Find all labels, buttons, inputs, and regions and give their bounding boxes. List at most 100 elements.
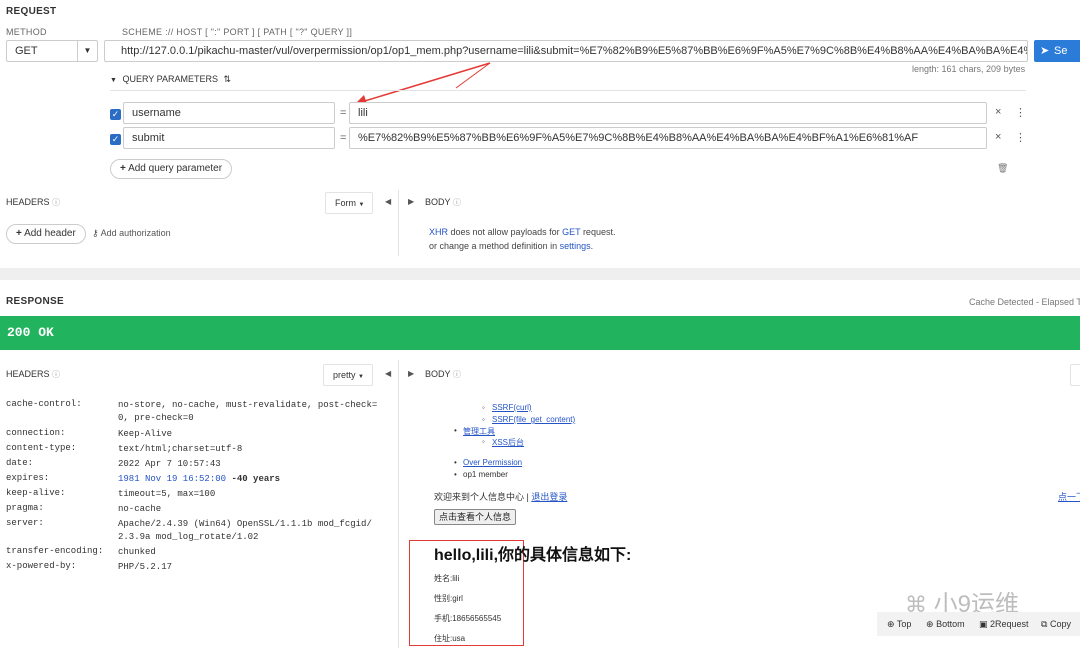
query-params-toggle[interactable]: ▼ QUERY PARAMETERS ⇅ [110,74,231,85]
mgmt-tool-link[interactable]: 管理工具 [463,426,495,437]
bullet: ◦ [482,415,485,424]
response-headers-label: HEADERS ⓘ [6,369,60,380]
add-param-label: Add query parameter [128,163,223,174]
caret-down-icon: ▼ [358,374,364,380]
param-value-input[interactable]: %E7%82%B9%E5%87%BB%E6%9F%A5%E7%9C%8B%E4%… [349,127,987,149]
expand-right-icon[interactable]: ▶ [408,369,414,378]
bottom-button[interactable]: ⊕ Bottom [926,619,965,630]
body-note-2: or change a method definition in setting… [429,241,593,251]
header-value: PHP/5.2.17 [118,562,173,572]
response-body-label: BODY ⓘ [425,369,461,380]
cache-info: Cache Detected - Elapsed Ti [969,297,1080,307]
send-button[interactable]: ➤ Se [1034,40,1080,62]
welcome-line: 欢迎来到个人信息中心 | 退出登录 [434,490,567,503]
address-line: 住址:usa [434,634,466,643]
form-dropdown[interactable]: Form ▼ [325,192,373,214]
plus-icon: + [120,163,126,174]
caret-down-icon: ▼ [110,77,117,84]
header-value: no-cache [118,504,162,514]
trash-icon[interactable]: 🗑 [997,163,1008,174]
chevron-down-icon: ▼ [77,41,97,61]
pretty-dropdown[interactable]: pretty ▼ [323,364,373,386]
add-header-button[interactable]: + Add header [6,224,86,244]
header-key: keep-alive: [6,488,66,498]
collapse-left-icon[interactable]: ◀ [385,197,391,206]
logout-link[interactable]: 退出登录 [531,492,567,502]
phone-line: 手机:18656565545 [434,614,502,623]
help-icon: ⓘ [52,198,61,207]
expires-relative: -40 years [231,474,281,484]
arrow-up-icon: ⊕ [887,619,895,629]
bullet: ◦ [482,437,485,446]
view-info-button[interactable]: 点击查看个人信息 [434,509,517,525]
help-icon: ⓘ [452,370,461,379]
plus-icon: + [16,228,22,239]
collapse-left-icon[interactable]: ◀ [385,369,391,378]
url-input[interactable]: http://127.0.0.1/pikachu-master/vul/over… [104,40,1028,62]
top-button[interactable]: ⊕ Top [887,619,911,630]
header-key: connection: [6,428,66,438]
op1-member-text: op1 member [463,470,508,479]
add-authorization-link[interactable]: ⚷ Add authorization [92,228,171,239]
top-label: Top [896,619,912,629]
export-icon: ▣ [979,619,988,629]
pretty-label: pretty [333,370,356,380]
param-checkbox[interactable]: ✓ [110,109,121,120]
bullet: • [454,426,457,435]
param-value-input[interactable]: lili [349,102,987,124]
header-key: date: [6,458,34,468]
xhr-text: XHR [429,227,449,237]
over-permission-link[interactable]: Over Permission [463,458,522,467]
method-select[interactable]: GET ▼ [6,40,98,62]
to-request-button[interactable]: ▣ 2Request [979,619,1029,630]
copy-icon: ⧉ [1041,619,1048,629]
caret-down-icon: ▼ [358,202,365,208]
scheme-hint: SCHEME :// HOST [ ":" PORT ] [ PATH [ "?… [122,27,353,37]
more-vertical-icon[interactable]: ⋮ [1015,106,1026,119]
request-body-label: BODY ⓘ [425,197,461,208]
welcome-text: 欢迎来到个人信息中心 | [434,492,532,502]
gender-line: 性别:girl [434,594,463,603]
pane-divider [398,360,399,648]
header-key: x-powered-by: [6,561,77,571]
bullet: ◦ [482,403,485,412]
add-query-parameter-button[interactable]: + Add query parameter [110,159,233,179]
arrow-down-icon: ⊕ [926,619,934,629]
ssrf-curl-link[interactable]: SSRF(curl) [492,403,532,412]
body-view-dropdown[interactable] [1070,364,1080,386]
send-label: Se [1054,45,1068,57]
close-icon[interactable]: × [995,106,1001,118]
query-params-label: QUERY PARAMETERS [122,74,218,84]
xss-backend-link[interactable]: XSS后台 [492,437,524,448]
headers-label-text: HEADERS [6,197,50,207]
body-note-end: request. [580,227,616,237]
click-link[interactable]: 点一下 [1058,490,1080,503]
copy-label: Copy [1049,619,1071,629]
expand-right-icon[interactable]: ▶ [408,197,414,206]
param-name-input[interactable]: submit [123,127,335,149]
body-label-text: BODY [425,197,451,207]
header-key: transfer-encoding: [6,546,104,556]
status-bar: 200 OK [0,316,1080,350]
ssrf-file-link[interactable]: SSRF(file_get_content) [492,415,575,424]
method-label: METHOD [6,27,47,37]
param-name-input[interactable]: username [123,102,335,124]
close-icon[interactable]: × [995,131,1001,143]
key-icon: ⚷ [92,228,99,238]
header-value: text/html;charset=utf-8 [118,444,243,454]
bottom-toolbar: ⊕ Top ⊕ Bottom ▣ 2Request ⧉ Copy [877,612,1080,636]
request-title: REQUEST [6,6,57,17]
form-label: Form [335,198,356,208]
header-key: content-type: [6,443,77,453]
header-value: chunked [118,547,156,557]
header-value: Keep-Alive [118,429,173,439]
request-headers-label: HEADERS ⓘ [6,197,60,208]
hello-heading: hello,lili,你的具体信息如下: [434,547,632,564]
length-info: length: 161 chars, 209 bytes [912,64,1026,74]
settings-link[interactable]: settings [560,241,591,251]
header-value: timeout=5, max=100 [118,489,216,499]
expires-date: 1981 Nov 19 16:52:00 [118,474,227,484]
more-vertical-icon[interactable]: ⋮ [1015,131,1026,144]
copy-button[interactable]: ⧉ Copy [1041,619,1071,630]
param-checkbox[interactable]: ✓ [110,134,121,145]
